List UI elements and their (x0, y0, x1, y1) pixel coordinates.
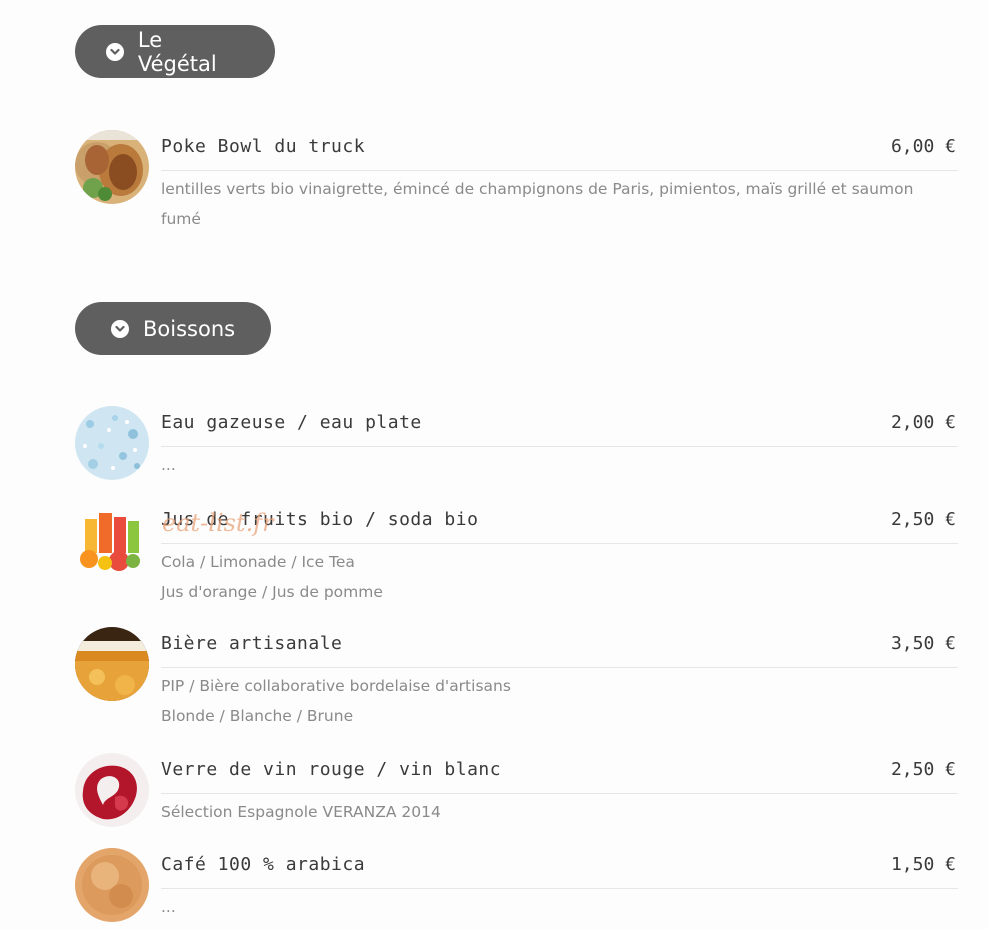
chevron-down-icon (106, 42, 124, 61)
item-name: Bière artisanale (161, 633, 343, 654)
description-line: Sélection Espagnole VERANZA 2014 (161, 803, 441, 821)
item-title-row: Eau gazeuse / eau plate 2,00 € (161, 406, 958, 447)
item-description: PIP / Bière collaborative bordelaise d'a… (161, 671, 928, 731)
section-toggle-boissons[interactable]: Boissons (75, 302, 271, 355)
description-line: Cola / Limonade / Ice Tea (161, 553, 355, 571)
item-description: Sélection Espagnole VERANZA 2014 (161, 797, 928, 827)
item-price: 3,50 € (890, 633, 956, 654)
item-price: 6,00 € (890, 136, 956, 157)
item-title-row: Café 100 % arabica 1,50 € (161, 848, 958, 889)
item-description: ... (161, 450, 928, 480)
description-line: Blonde / Blanche / Brune (161, 707, 354, 725)
wrap-photo (75, 130, 149, 204)
item-description: lentilles verts bio vinaigrette, émincé … (161, 174, 938, 234)
beer-photo (75, 627, 149, 701)
item-title-row: Bière artisanale 3,50 € (161, 627, 958, 668)
item-title-row: Verre de vin rouge / vin blanc 2,50 € (161, 753, 958, 794)
item-title-row: Poke Bowl du truck 6,00 € (161, 130, 958, 171)
section-label: Le Végétal (137, 27, 217, 76)
juice-photo (75, 503, 149, 577)
description-line: PIP / Bière collaborative bordelaise d'a… (161, 677, 511, 695)
coffee-photo (75, 848, 149, 922)
chevron-down-icon (111, 319, 129, 338)
description-line: Jus d'orange / Jus de pomme (161, 583, 383, 601)
item-name: Poke Bowl du truck (161, 136, 366, 157)
section-label: Boissons (143, 316, 236, 341)
item-title-row: Jus de fruits bio / soda bio 2,50 € (161, 503, 958, 544)
item-name: Eau gazeuse / eau plate (161, 412, 422, 433)
item-description: Cola / Limonade / Ice Tea Jus d'orange /… (161, 547, 928, 607)
item-name: Verre de vin rouge / vin blanc (161, 759, 502, 780)
item-price: 2,00 € (890, 412, 956, 433)
wine-photo (75, 753, 149, 827)
item-price: 2,50 € (890, 509, 956, 530)
section-toggle-le-vegetal[interactable]: Le Végétal (75, 25, 275, 78)
item-price: 2,50 € (890, 759, 956, 780)
description-line: lentilles verts bio vinaigrette, émincé … (161, 180, 914, 228)
description-line: ... (161, 456, 176, 474)
item-name: Jus de fruits bio / soda bio (161, 509, 479, 530)
water-photo (75, 406, 149, 480)
description-line: ... (161, 898, 176, 916)
item-name: Café 100 % arabica (161, 854, 366, 875)
item-price: 1,50 € (890, 854, 956, 875)
item-description: ... (161, 892, 928, 922)
